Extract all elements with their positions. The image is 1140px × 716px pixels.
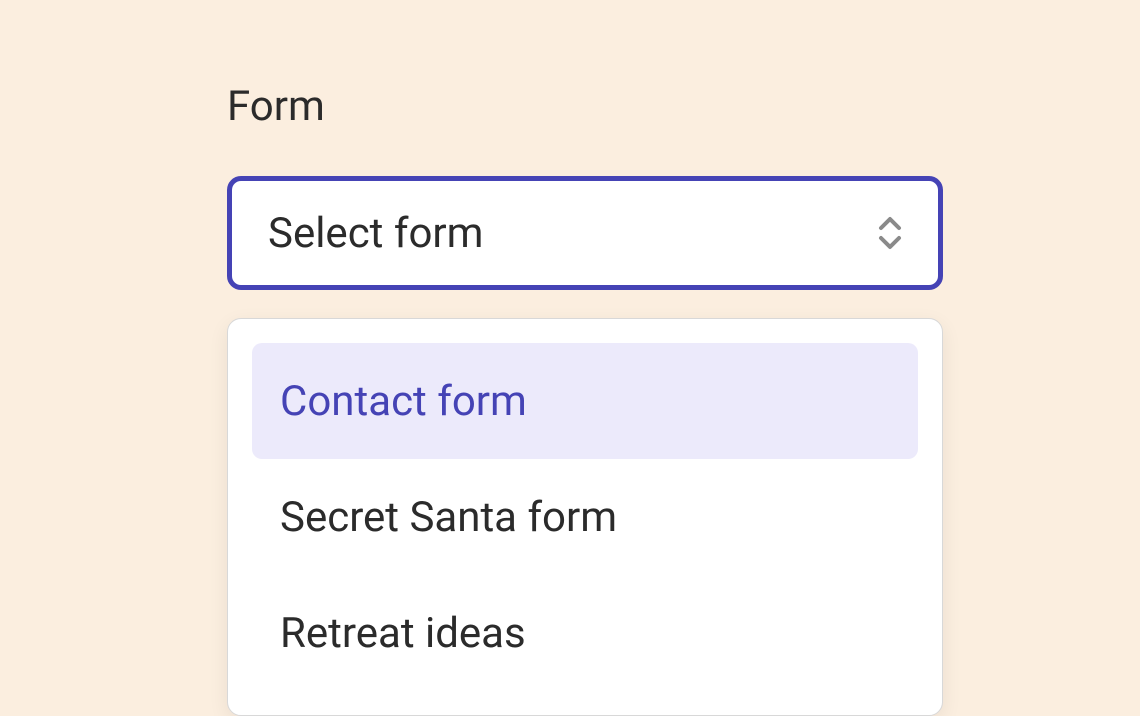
select-placeholder-text: Select form [268,209,483,258]
option-label: Secret Santa form [280,493,617,542]
chevron-up-down-icon [876,213,904,253]
option-retreat-ideas[interactable]: Retreat ideas [252,575,918,691]
option-secret-santa-form[interactable]: Secret Santa form [252,459,918,575]
form-select-trigger[interactable]: Select form [227,176,943,290]
option-contact-form[interactable]: Contact form [252,343,918,459]
option-label: Retreat ideas [280,609,526,658]
option-label: Contact form [280,377,527,426]
form-label: Form [227,82,1140,131]
form-select-listbox: Contact form Secret Santa form Retreat i… [227,318,943,716]
